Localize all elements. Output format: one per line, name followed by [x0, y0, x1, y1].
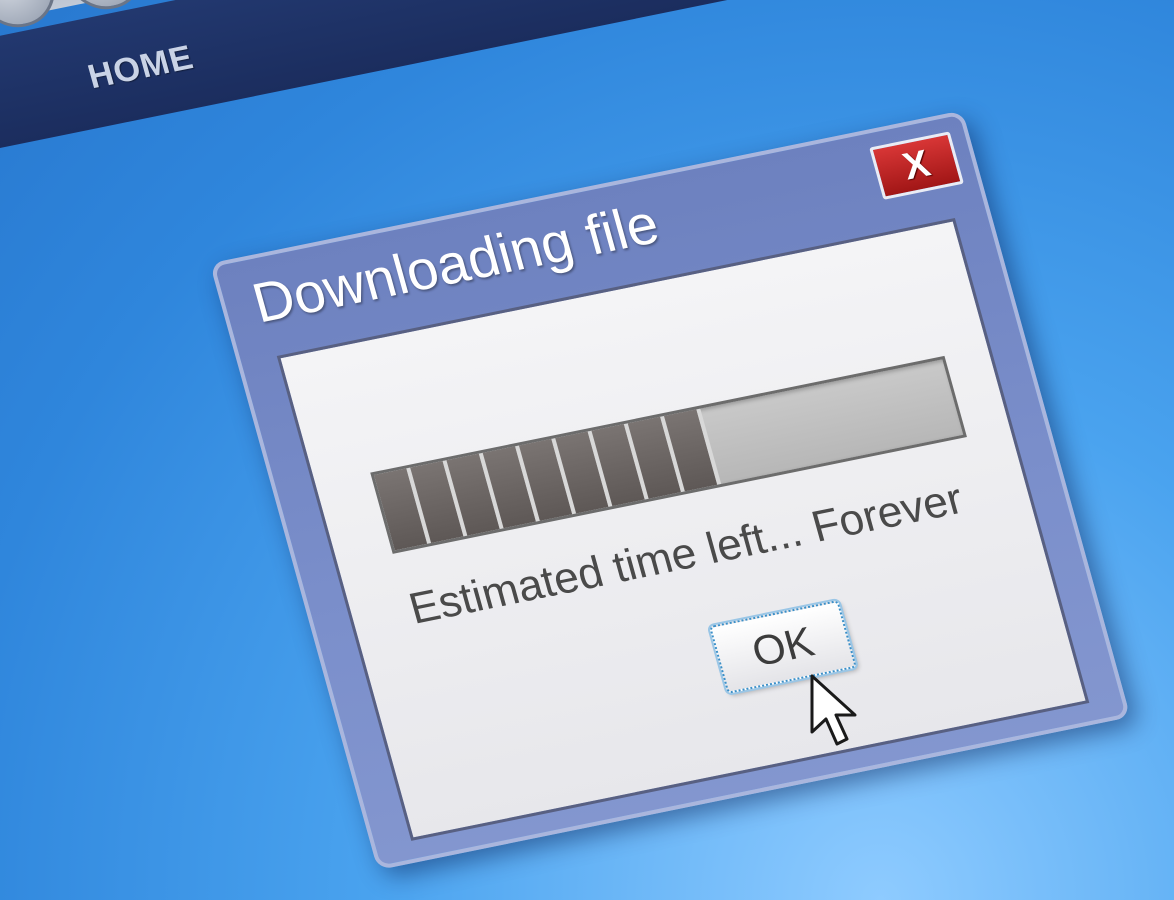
nav-home-link[interactable]: HOME [84, 38, 198, 97]
browser-window: HOME Downloading file X Estimated time l… [0, 0, 1174, 900]
dialog-body: Estimated time left... Forever OK [276, 218, 1090, 841]
site-navbar: HOME [0, 0, 1174, 164]
progress-fill [373, 408, 722, 551]
mouse-pointer-icon [810, 674, 857, 746]
close-icon: X [898, 142, 935, 188]
close-button[interactable]: X [869, 131, 964, 200]
download-dialog: Downloading file X Estimated time left..… [209, 110, 1131, 871]
page-scene: HOME Downloading file X Estimated time l… [0, 0, 1174, 871]
